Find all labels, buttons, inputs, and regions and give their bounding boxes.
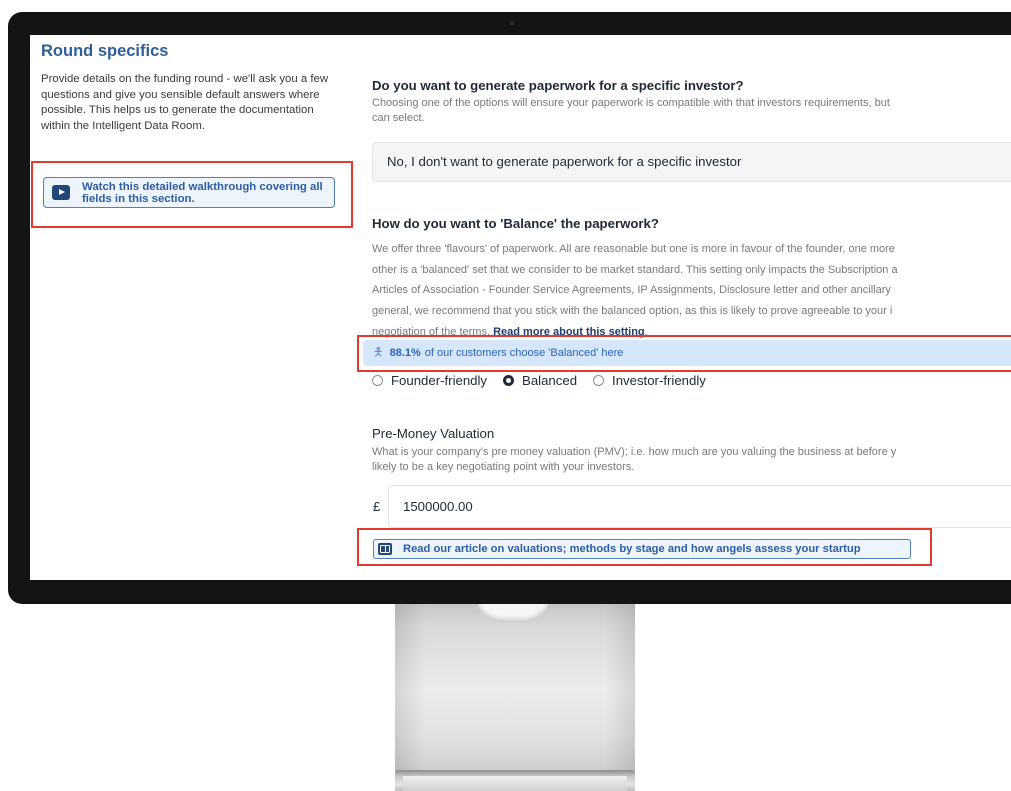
highlight-box-stat — [357, 335, 1011, 372]
investor-question-desc-line1: Choosing one of the options will ensure … — [372, 97, 890, 109]
radio-investor-friendly[interactable]: Investor-friendly — [593, 373, 706, 388]
pmv-input[interactable]: 1500000.00 — [388, 485, 1011, 528]
investor-question-desc-line2: can select. — [372, 112, 425, 124]
balance-question-title: How do you want to 'Balance' the paperwo… — [372, 216, 659, 231]
balance-desc-line: general, we recommend that you stick wit… — [372, 305, 893, 318]
monitor-stand-foot — [403, 776, 627, 791]
investor-select[interactable]: No, I don't want to generate paperwork f… — [372, 142, 1011, 182]
radio-button-checked[interactable] — [503, 375, 515, 386]
highlight-box-walkthrough — [31, 161, 353, 228]
balance-desc-line: Articles of Association - Founder Servic… — [372, 284, 891, 297]
balance-description: We offer three 'flavours' of paperwork. … — [372, 239, 1011, 343]
pmv-desc-line1: What is your company's pre money valuati… — [372, 446, 897, 458]
balance-desc-line: other is a 'balanced' set that we consid… — [372, 263, 898, 276]
radio-label: Balanced — [522, 373, 578, 388]
camera-icon — [510, 21, 514, 25]
pmv-desc-line2: likely to be a key negotiating point wit… — [372, 461, 635, 473]
highlight-box-article — [357, 528, 932, 566]
section-description: Provide details on the funding round - w… — [41, 73, 329, 132]
pmv-title: Pre-Money Valuation — [372, 426, 495, 441]
radio-founder-friendly[interactable]: Founder-friendly — [372, 373, 487, 388]
screen: Round specifics Provide details on the f… — [30, 35, 1011, 580]
radio-button[interactable] — [593, 375, 605, 386]
section-title: Round specifics — [41, 42, 169, 60]
radio-label: Investor-friendly — [612, 373, 706, 388]
radio-button[interactable] — [372, 375, 383, 386]
radio-label: Founder-friendly — [391, 373, 488, 388]
investor-question-title: Do you want to generate paperwork for a … — [372, 78, 744, 93]
currency-symbol: £ — [373, 499, 381, 514]
balance-desc-line: We offer three 'flavours' of paperwork. … — [372, 243, 895, 255]
balance-radio-group: Founder-friendly Balanced Investor-frien… — [372, 373, 722, 388]
radio-balanced[interactable]: Balanced — [503, 373, 577, 388]
